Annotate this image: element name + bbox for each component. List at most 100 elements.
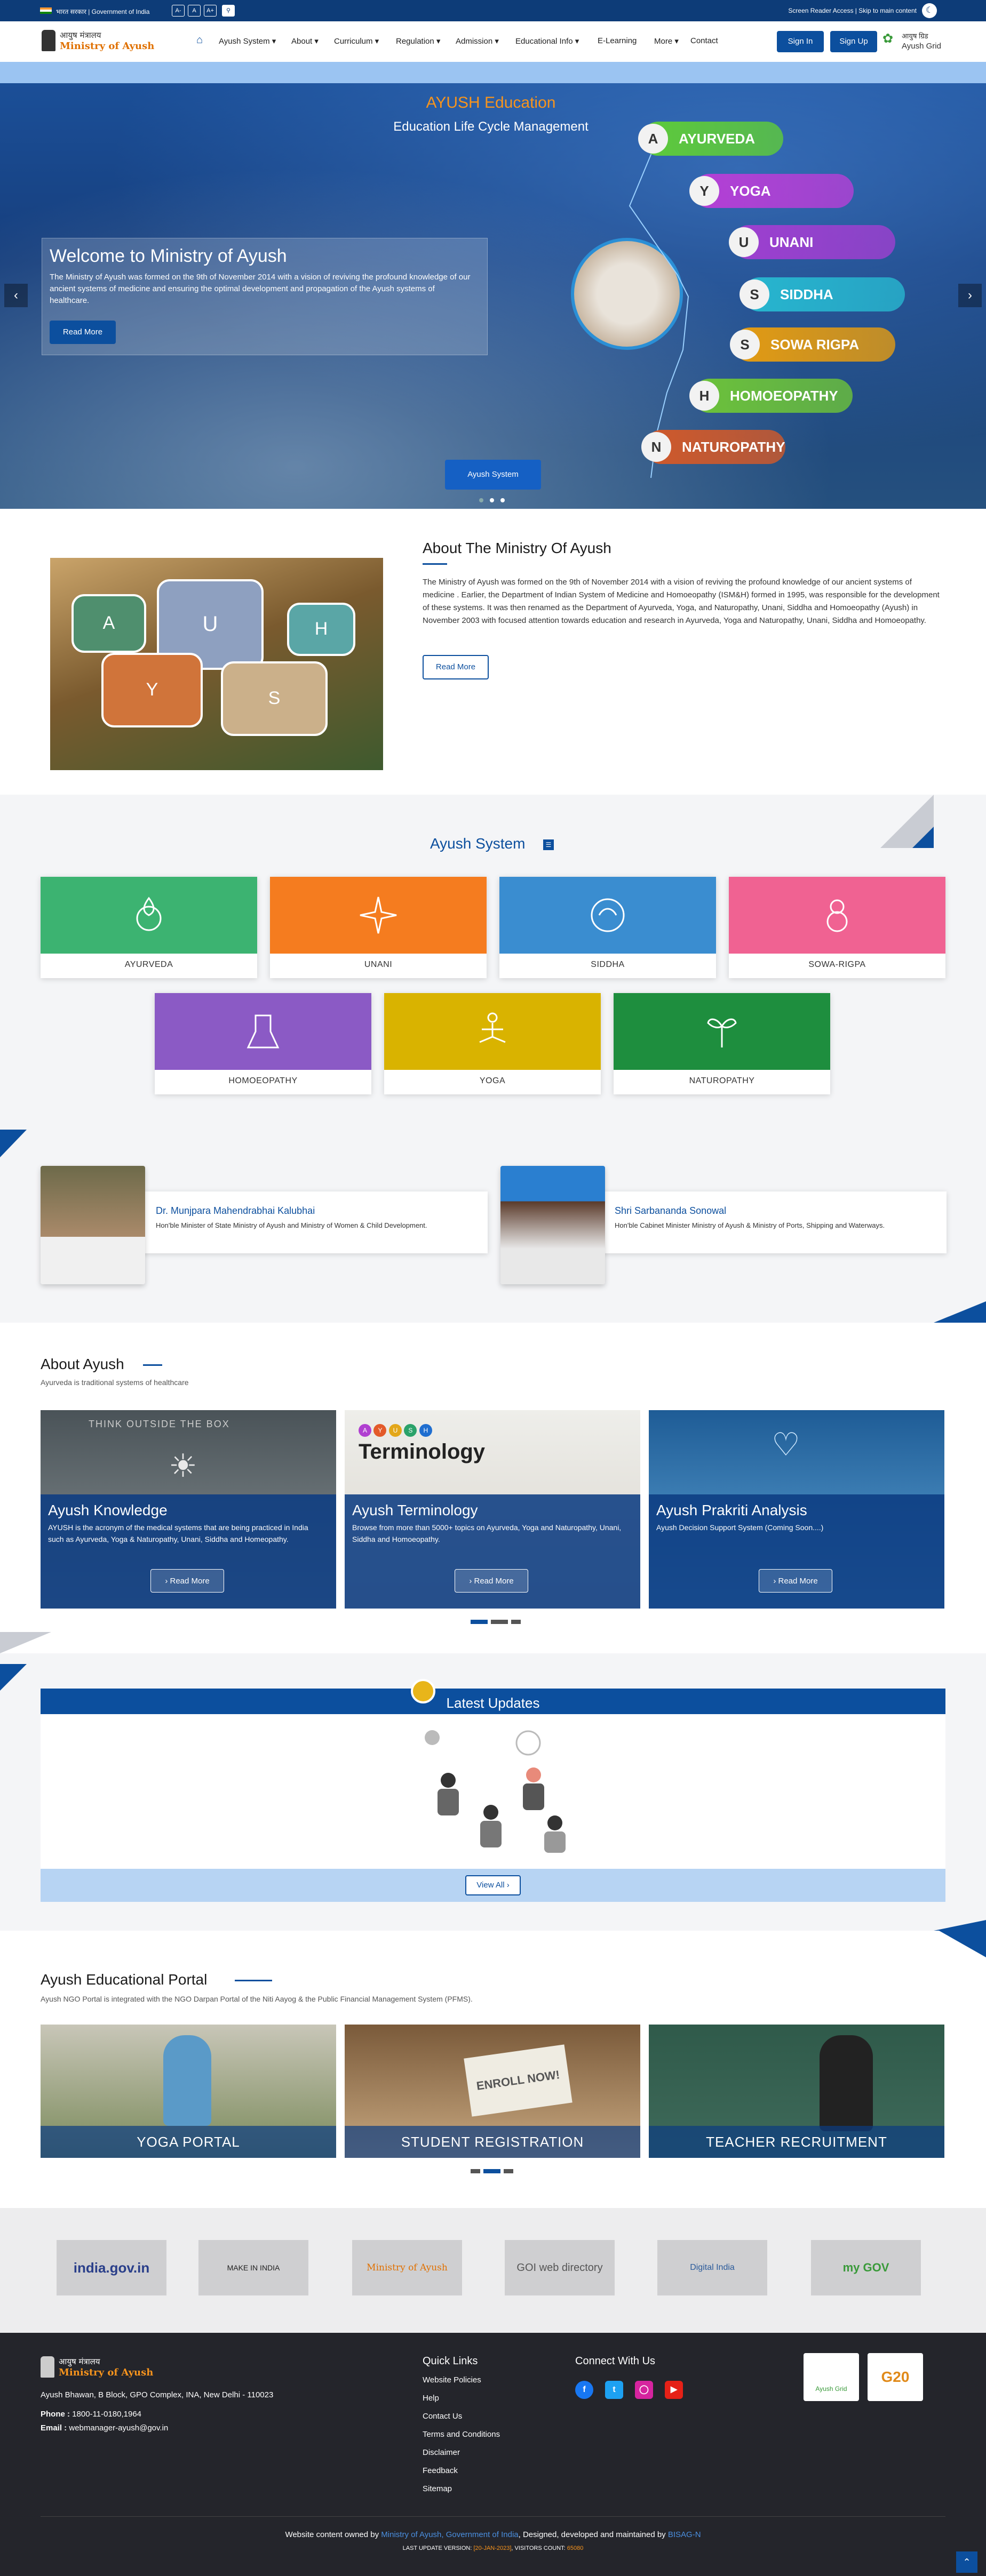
minister-name[interactable]: Shri Sarbananda Sonowal <box>615 1205 726 1217</box>
search-icon[interactable]: ⚲ <box>222 5 235 17</box>
indicator[interactable] <box>471 2169 480 2173</box>
nav-curriculum[interactable]: Curriculum ▾ <box>334 36 379 46</box>
updates-header: Latest Updates <box>41 1689 945 1714</box>
card-siddha[interactable]: SIDDHA <box>499 877 716 978</box>
card-unani[interactable]: UNANI <box>270 877 487 978</box>
footer-emblem-icon <box>41 2356 54 2378</box>
yoga-portal-card[interactable]: YOGA PORTAL <box>41 2025 336 2158</box>
sign-in-button[interactable]: Sign In <box>777 31 824 52</box>
footer-email: Email : webmanager-ayush@gov.in <box>41 2423 169 2433</box>
indicator[interactable] <box>471 1620 488 1624</box>
card-ayurveda[interactable]: AYURVEDA <box>41 877 257 978</box>
about-text: The Ministry of Ayush was formed on the … <box>423 578 940 625</box>
home-icon[interactable]: ⌂ <box>196 34 203 46</box>
yoga-figure <box>163 2035 211 2126</box>
deco-shape <box>939 1931 986 1957</box>
dark-mode-icon[interactable]: ☾ <box>922 3 937 18</box>
about-ministry-section: A U H Y S About The Ministry Of Ayush Th… <box>0 509 986 795</box>
nav-e-learning[interactable]: E-Learning <box>598 36 637 45</box>
knowledge-image-text: THINK OUTSIDE THE BOX <box>89 1419 230 1429</box>
view-all-button[interactable]: View All › <box>465 1875 521 1895</box>
footer-g20-logo[interactable]: G20 <box>868 2353 923 2401</box>
letter-dot: A <box>359 1424 371 1437</box>
card-homoeopathy[interactable]: HOMOEOPATHY <box>155 993 371 1094</box>
teacher-recruitment-card[interactable]: TEACHER RECRUITMENT <box>649 2025 944 2158</box>
youtube-icon[interactable]: ▶ <box>665 2381 683 2399</box>
hero-read-more-button[interactable]: Read More <box>50 321 116 344</box>
letter-dot: U <box>388 1424 402 1437</box>
back-to-top-icon[interactable]: ⌃ <box>956 2551 977 2573</box>
carousel-indicators <box>471 1617 524 1627</box>
card-panel: Ayush Terminology Browse from more than … <box>345 1494 640 1609</box>
indicator[interactable] <box>504 2169 513 2173</box>
partner-digital-india[interactable]: Digital India <box>657 2240 767 2295</box>
ayush-system-section: Ayush System ☰ AYURVEDA UNANI SIDDHA SOW… <box>0 795 986 1157</box>
deco-shape <box>912 827 934 848</box>
nav-admission[interactable]: Admission ▾ <box>456 36 499 46</box>
carousel-dot[interactable] <box>479 498 483 502</box>
nav-ayush-system[interactable]: Ayush System ▾ <box>219 36 276 46</box>
indicator[interactable] <box>511 1620 521 1624</box>
card-sowa-rigpa[interactable]: SOWA-RIGPA <box>729 877 945 978</box>
carousel-indicators <box>471 2166 516 2176</box>
facebook-icon[interactable]: f <box>575 2381 593 2399</box>
ayush-system-cta-button[interactable]: Ayush System <box>445 460 541 490</box>
link-feedback[interactable]: Feedback <box>423 2466 458 2475</box>
skip-link[interactable]: Skip to main content <box>858 7 917 14</box>
welcome-title: Welcome to Ministry of Ayush <box>50 246 287 266</box>
nav-regulation[interactable]: Regulation ▾ <box>396 36 440 46</box>
partner-mygov[interactable]: my GOV <box>811 2240 921 2295</box>
link-sitemap[interactable]: Sitemap <box>423 2484 452 2493</box>
sign-up-button[interactable]: Sign Up <box>830 31 877 52</box>
partner-goi-web-directory[interactable]: GOI web directory <box>505 2240 615 2295</box>
instagram-icon[interactable]: ◯ <box>635 2381 653 2399</box>
partner-ministry-of-ayush[interactable]: Ministry of Ayush <box>352 2240 462 2295</box>
knowledge-card[interactable]: THINK OUTSIDE THE BOX ☀ Ayush Knowledge … <box>41 1410 336 1609</box>
link-help[interactable]: Help <box>423 2394 439 2403</box>
link-terms[interactable]: Terms and Conditions <box>423 2430 500 2439</box>
indicator[interactable] <box>483 2169 500 2173</box>
about-read-more-button[interactable]: Read More <box>423 655 489 679</box>
font-normal-button[interactable]: A <box>188 5 201 17</box>
link-website-policies[interactable]: Website Policies <box>423 2375 481 2385</box>
prakriti-card[interactable]: ♡ Ayush Prakriti Analysis Ayush Decision… <box>649 1410 944 1609</box>
separator: | <box>855 7 857 14</box>
partner-make-in-india[interactable]: MAKE IN INDIA <box>198 2240 308 2295</box>
student-registration-card[interactable]: ENROLL NOW! STUDENT REGISTRATION <box>345 2025 640 2158</box>
font-increase-button[interactable]: A+ <box>204 5 217 17</box>
card-yoga[interactable]: YOGA <box>384 993 601 1094</box>
footer-ayush-grid-logo[interactable]: Ayush Grid <box>804 2353 859 2401</box>
bisag-link[interactable]: BISAG-N <box>668 2530 701 2539</box>
carousel-prev-button[interactable]: ‹ <box>4 284 28 307</box>
nav-about[interactable]: About ▾ <box>291 36 319 46</box>
carousel-next-button[interactable]: › <box>958 284 982 307</box>
card-read-more-button[interactable]: › Read More <box>759 1569 832 1593</box>
portal-subtitle: Ayush NGO Portal is integrated with the … <box>41 1995 473 2003</box>
card-read-more-button[interactable]: › Read More <box>455 1569 528 1593</box>
twitter-icon[interactable]: t <box>605 2381 623 2399</box>
ayush-letter-dots: A Y U S H <box>359 1424 432 1437</box>
card-naturopathy[interactable]: NATUROPATHY <box>614 993 830 1094</box>
owner-link[interactable]: Ministry of Ayush, Government of India <box>381 2530 518 2539</box>
ayush-grid-link[interactable]: Ayush Grid <box>902 42 941 51</box>
nav-more[interactable]: More ▾ <box>654 36 679 46</box>
carousel-dot[interactable] <box>490 498 494 502</box>
carousel-dot[interactable] <box>500 498 505 502</box>
about-image: A U H Y S <box>50 558 383 770</box>
font-decrease-button[interactable]: A- <box>172 5 185 17</box>
info-icon: ☰ <box>543 839 554 850</box>
indicator[interactable] <box>491 1620 508 1624</box>
terminology-card[interactable]: A Y U S H Terminology Ayush Terminology … <box>345 1410 640 1609</box>
screen-reader-link[interactable]: Screen Reader Access <box>788 7 853 14</box>
partner-india-gov[interactable]: india.gov.in <box>57 2240 166 2295</box>
nav-contact[interactable]: Contact <box>690 36 718 45</box>
link-disclaimer[interactable]: Disclaimer <box>423 2448 460 2457</box>
logo-english[interactable]: Ministry of Ayush <box>60 41 154 52</box>
card-read-more-button[interactable]: › Read More <box>150 1569 224 1593</box>
minister-name[interactable]: Dr. Munjpara Mahendrabhai Kalubhai <box>156 1205 315 1217</box>
link-contact-us[interactable]: Contact Us <box>423 2412 462 2421</box>
about-tile-h: H <box>287 603 355 656</box>
about-title: About The Ministry Of Ayush <box>423 540 611 556</box>
nav-educational-info[interactable]: Educational Info ▾ <box>515 36 579 46</box>
ministers-section: Dr. Munjpara Mahendrabhai Kalubhai Hon'b… <box>0 1157 986 1323</box>
